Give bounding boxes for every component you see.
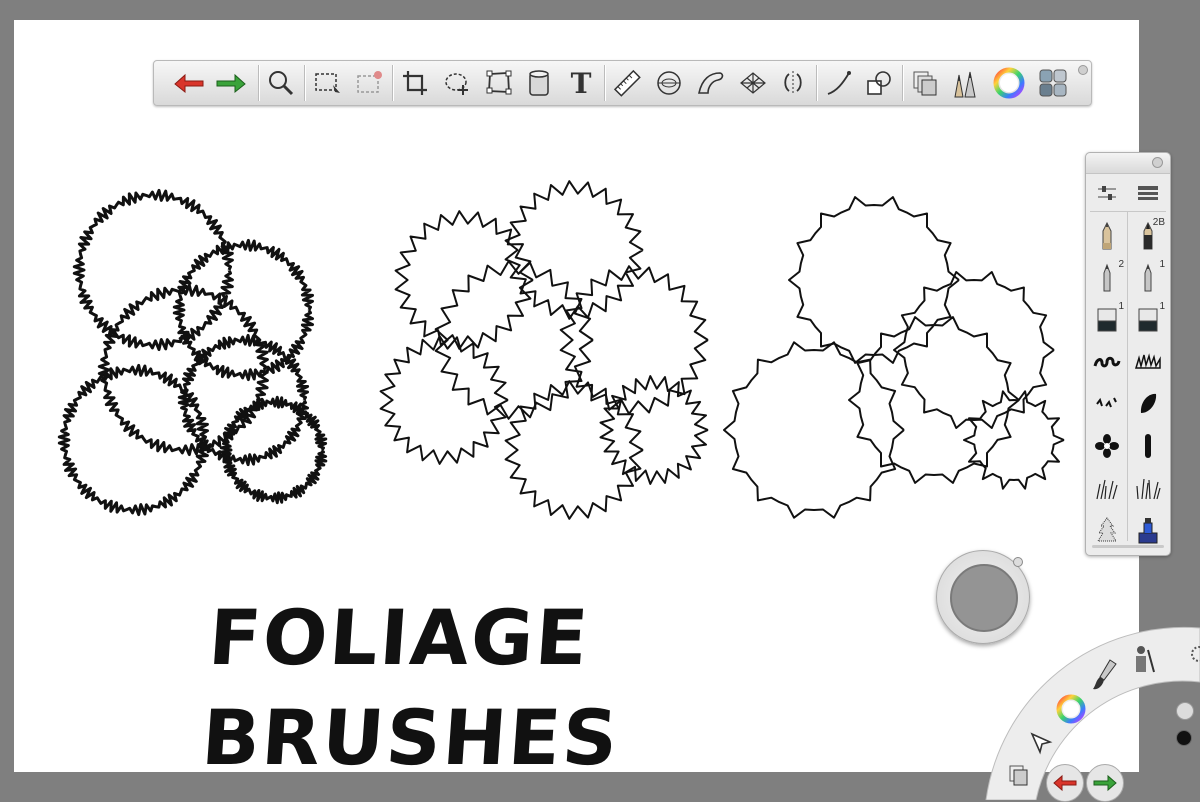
stroke-brush[interactable] <box>1128 425 1168 467</box>
palette-grip[interactable] <box>1152 157 1163 168</box>
curly-foliage-clump <box>72 188 234 352</box>
top-toolbar: T <box>153 60 1092 106</box>
crop-icon[interactable] <box>396 64 434 102</box>
lagoon-redo-icon[interactable] <box>1086 764 1124 802</box>
tick-foliage-brush[interactable] <box>1087 383 1127 425</box>
lasso-icon[interactable] <box>438 64 476 102</box>
toolbar-grip[interactable] <box>1078 65 1088 75</box>
tick-foliage-clump <box>788 196 960 364</box>
color-wheel-icon[interactable] <box>990 64 1028 102</box>
redo-icon[interactable] <box>212 64 250 102</box>
puck-grip[interactable] <box>1013 557 1023 567</box>
ruler-icon[interactable] <box>608 64 646 102</box>
badge-marker-1a: 1 <box>1118 301 1124 312</box>
french-curve-icon[interactable] <box>692 64 730 102</box>
leaf-brush[interactable] <box>1128 383 1168 425</box>
grass-tall-brush[interactable] <box>1128 467 1168 509</box>
text-tool-label: T <box>570 66 592 100</box>
shape-icon[interactable] <box>860 64 898 102</box>
copic-palette-icon[interactable] <box>1034 64 1072 102</box>
tick-foliage-clump <box>848 316 1020 484</box>
ballpoint-pen-2-brush[interactable]: 2 <box>1087 257 1127 299</box>
layers-icon[interactable] <box>906 64 944 102</box>
ballpoint-pen-1-brush[interactable]: 1 <box>1128 257 1168 299</box>
ellipse-guide-icon[interactable] <box>650 64 688 102</box>
brush-palette: 2B 2 1 1 1 <box>1085 152 1171 556</box>
spiky-foliage-brush[interactable] <box>1128 341 1168 383</box>
symmetry-icon[interactable] <box>774 64 812 102</box>
spiky-foliage-clump <box>434 260 594 420</box>
lagoon-library-icon[interactable] <box>1132 644 1158 679</box>
tick-foliage-clump <box>963 390 1065 490</box>
distort-icon[interactable] <box>480 64 518 102</box>
marker-1b-brush[interactable]: 1 <box>1128 299 1168 341</box>
brush-properties-icon[interactable] <box>1087 175 1127 211</box>
marker-1-brush[interactable]: 1 <box>1087 299 1127 341</box>
lagoon-brush-icon[interactable] <box>1090 658 1120 697</box>
badge-marker-1b: 1 <box>1159 301 1165 312</box>
lagoon-layers-icon[interactable] <box>1008 764 1032 793</box>
grass-brush[interactable] <box>1087 467 1127 509</box>
tick-foliage-clump <box>893 271 1055 429</box>
lagoon-color-wheel-icon[interactable] <box>1056 694 1086 729</box>
transform-selection-icon[interactable] <box>350 64 388 102</box>
perspective-icon[interactable] <box>734 64 772 102</box>
lagoon-undo-icon[interactable] <box>1046 764 1084 802</box>
text-icon[interactable]: T <box>562 64 600 102</box>
badge-2: 2 <box>1118 259 1124 270</box>
black-color-dot[interactable] <box>1176 730 1192 746</box>
canvas-headline: FOLIAGE BRUSHES <box>198 593 623 782</box>
brush-library-icon[interactable] <box>946 64 984 102</box>
lagoon-select-icon[interactable] <box>1028 730 1054 761</box>
drawing-canvas[interactable]: FOLIAGE BRUSHES <box>14 20 1139 782</box>
opacity-icon[interactable] <box>1176 702 1194 720</box>
palette-header[interactable] <box>1086 153 1170 174</box>
curly-foliage-brush[interactable] <box>1087 341 1127 383</box>
tick-foliage-clump <box>723 341 905 519</box>
badge-1: 1 <box>1159 259 1165 270</box>
pencil-2b-brush[interactable]: 2B <box>1128 215 1168 257</box>
stroke-tool-icon[interactable] <box>820 64 858 102</box>
brush-list-icon[interactable] <box>1128 175 1168 211</box>
zoom-icon[interactable] <box>262 64 300 102</box>
lagoon-settings-icon[interactable] <box>1185 642 1200 671</box>
select-icon[interactable] <box>309 64 347 102</box>
pencil-brush[interactable] <box>1087 215 1127 257</box>
spiky-foliage-clump <box>599 375 709 485</box>
badge-2b: 2B <box>1152 217 1165 228</box>
undo-icon[interactable] <box>170 64 208 102</box>
fill-icon[interactable] <box>520 64 558 102</box>
spiky-foliage-clump <box>394 210 534 350</box>
flower-brush[interactable] <box>1087 425 1127 467</box>
